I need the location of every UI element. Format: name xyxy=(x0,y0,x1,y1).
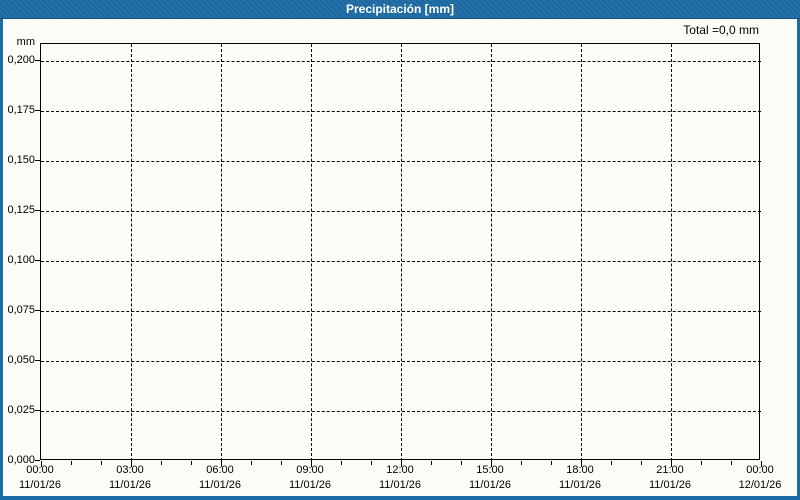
y-axis-tick-label: 0,150 xyxy=(7,154,35,166)
gridline-vertical xyxy=(221,44,222,461)
y-axis-tick xyxy=(35,110,40,111)
x-axis-date-label: 11/01/26 xyxy=(198,479,241,491)
y-axis-tick xyxy=(35,460,40,461)
y-axis-unit-label: mm xyxy=(16,36,35,48)
plot-area xyxy=(40,43,762,467)
y-axis-tick xyxy=(35,410,40,411)
x-axis-date-label: 11/01/26 xyxy=(108,479,151,491)
chart-title: Precipitación [mm] xyxy=(345,1,455,16)
y-axis-tick xyxy=(35,260,40,261)
y-axis-tick-label: 0,200 xyxy=(7,54,35,66)
x-axis-date-label: 11/01/26 xyxy=(378,479,421,491)
y-axis-tick-label: 0,025 xyxy=(7,404,35,416)
y-axis-tick xyxy=(35,160,40,161)
x-axis-date-label: 11/01/26 xyxy=(468,479,511,491)
x-axis-date-label: 11/01/26 xyxy=(648,479,691,491)
x-axis-time-label: 03:00 xyxy=(116,464,144,476)
y-axis-tick xyxy=(35,360,40,361)
y-axis-tick-label: 0,050 xyxy=(7,354,35,366)
y-axis-tick xyxy=(35,210,40,211)
x-axis-date-label: 12/01/26 xyxy=(738,479,782,491)
x-axis-time-label: 21:00 xyxy=(656,464,684,476)
x-axis-time-label: 00:00 xyxy=(26,464,54,476)
y-axis-tick-label: 0,125 xyxy=(7,204,35,216)
gridline-vertical xyxy=(581,44,582,461)
x-axis-date-label: 11/01/26 xyxy=(288,479,331,491)
y-axis-tick xyxy=(35,60,40,61)
x-axis-time-label: 06:00 xyxy=(206,464,234,476)
x-axis-time-label: 15:00 xyxy=(476,464,504,476)
y-axis-tick xyxy=(35,310,40,311)
x-axis-date-label: 11/01/26 xyxy=(558,479,601,491)
x-axis-date-label: 11/01/26 xyxy=(18,479,61,491)
chart-title-bar: Precipitación [mm] xyxy=(0,0,800,19)
gridline-vertical xyxy=(491,44,492,461)
gridline-vertical xyxy=(401,44,402,461)
x-axis-time-label: 12:00 xyxy=(386,464,414,476)
precipitation-chart-window: Precipitación [mm] Total =0,0 mm mm 0,20… xyxy=(0,0,800,500)
x-axis-time-label: 09:00 xyxy=(296,464,324,476)
x-axis-time-label: 18:00 xyxy=(566,464,594,476)
gridline-vertical xyxy=(671,44,672,461)
chart-canvas: Total =0,0 mm mm 0,200 0,175 0,150 0,125 0,1… xyxy=(0,19,800,500)
y-axis-tick-label: 0,175 xyxy=(7,104,35,116)
x-axis-time-label: 00:00 xyxy=(746,464,774,476)
gridline-vertical xyxy=(311,44,312,461)
y-axis-tick-label: 0,075 xyxy=(7,304,35,316)
gridline-vertical xyxy=(131,44,132,461)
y-axis-tick-label: 0,100 xyxy=(7,254,35,266)
total-value-label: Total =0,0 mm xyxy=(683,23,759,37)
